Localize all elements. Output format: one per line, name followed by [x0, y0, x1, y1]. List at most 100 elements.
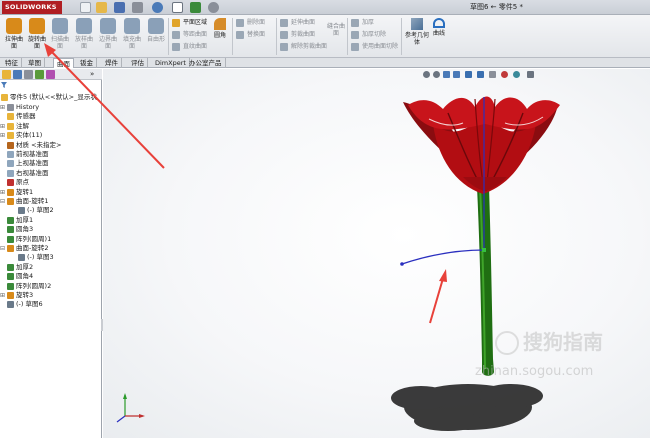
ribbon-small-button[interactable]: 替换面	[236, 30, 265, 40]
dimxpert-manager-icon[interactable]	[35, 70, 44, 79]
panel-toolbar: »	[0, 69, 102, 80]
tree-root[interactable]: 零件5 (默认<<默认>_显示状	[0, 93, 101, 102]
fillet-button[interactable]: 圆角	[211, 18, 229, 39]
ribbon-small-button[interactable]: 平面区域	[172, 18, 207, 28]
undo-icon[interactable]	[152, 2, 163, 13]
tree-expander-icon[interactable]: ⊞	[0, 188, 5, 197]
save-icon[interactable]	[114, 2, 125, 13]
ribbon-small-button[interactable]: 加厚	[351, 18, 374, 28]
tab-1[interactable]: 草图	[25, 58, 45, 68]
tree-item-label: 传感器	[16, 112, 36, 121]
tree-item[interactable]: ⊟ 曲面-旋转1	[0, 197, 101, 206]
tree-item[interactable]: (-) 草图2	[0, 206, 101, 215]
tab-7[interactable]: 办公室产品	[186, 58, 226, 68]
tree-expander-icon[interactable]: ⊞	[0, 103, 5, 112]
tab-4[interactable]: 焊件	[102, 58, 122, 68]
tree-item[interactable]: 前视基准面	[0, 150, 101, 159]
tree-item[interactable]: 上视基准面	[0, 159, 101, 168]
ribbon-feature-button[interactable]: 放样曲面	[73, 18, 95, 50]
tree-feature-icon	[7, 122, 14, 130]
open-icon[interactable]	[96, 2, 107, 13]
solidworks-window: SOLIDWORKS 草图6 ← 零件5 * 拉伸曲面 旋转曲面 扫描曲面 放样曲面边…	[0, 0, 650, 438]
ribbon-small-button[interactable]: 直纹曲面	[172, 42, 207, 52]
tree-item[interactable]: 传感器	[0, 112, 101, 121]
tree-item[interactable]: ⊞ 旋转1	[0, 188, 101, 197]
tree-feature-icon	[7, 151, 14, 158]
tree-item[interactable]: 加厚2	[0, 263, 101, 272]
curves-button[interactable]: 曲线	[431, 18, 447, 37]
configuration-manager-icon[interactable]	[24, 70, 33, 79]
tree-item-label: 曲面-旋转1	[16, 197, 49, 205]
tree-item[interactable]: 圆角3	[0, 225, 101, 234]
arc-endpoint-handle[interactable]	[482, 248, 486, 252]
ribbon-separator	[347, 18, 348, 55]
surface-feature-icon	[29, 18, 45, 34]
tree-item[interactable]: ⊞ 实体(11)	[0, 131, 101, 140]
tree-item[interactable]: 圆角4	[0, 272, 101, 281]
tab-3[interactable]: 钣金	[77, 58, 97, 68]
feature-manager-icon[interactable]	[2, 70, 11, 79]
tab-0[interactable]: 特征	[2, 58, 22, 68]
options-icon[interactable]	[208, 2, 219, 13]
tree-item[interactable]: 原点	[0, 178, 101, 187]
ribbon-small-button[interactable]: 加厚切除	[351, 30, 386, 40]
ribbon-small-button[interactable]: 等距曲面	[172, 30, 207, 40]
sketch6-arc[interactable]	[401, 249, 485, 265]
tree-item-label: 旋转3	[16, 291, 34, 299]
graphics-area[interactable]: 搜狗指南 zhinan.sogou.com	[103, 69, 650, 438]
panel-expand-icon[interactable]: »	[90, 70, 99, 79]
print-icon[interactable]	[132, 2, 143, 13]
filter-icon[interactable]	[1, 82, 7, 88]
ribbon-small-button[interactable]: 使用曲面切除	[351, 42, 398, 52]
select-icon[interactable]	[172, 2, 183, 13]
tree-item[interactable]: 右视基准面	[0, 169, 101, 178]
tree-expander-icon[interactable]: ⊟	[0, 244, 5, 253]
ribbon-small-label: 解除剪裁曲面	[291, 43, 328, 50]
tree-item[interactable]: 阵列(圆周)1	[0, 235, 101, 244]
tab-5[interactable]: 评估	[128, 58, 148, 68]
tree-feature-icon	[7, 198, 14, 205]
tree-expander-icon[interactable]: ⊞	[0, 131, 5, 140]
ribbon-feature-label: 扫描曲面	[50, 36, 69, 50]
knit-surface-button[interactable]: 缝合曲面	[327, 23, 345, 37]
ribbon-small-icon	[280, 43, 288, 51]
ribbon-feature-button[interactable]: 边界曲面	[97, 18, 119, 50]
tree-expander-icon[interactable]: ⊞	[0, 122, 5, 131]
tree-item[interactable]: ⊞ History	[0, 103, 101, 112]
tree-item[interactable]: 加厚1	[0, 216, 101, 225]
annotation-arrow-viewport	[429, 269, 447, 324]
tree-item-label: 原点	[16, 178, 29, 187]
flower-head[interactable]	[403, 96, 560, 194]
ribbon-separator	[276, 18, 277, 55]
new-document-icon[interactable]	[80, 2, 91, 13]
tree-feature-icon	[7, 141, 14, 149]
arc-endpoint[interactable]	[400, 262, 404, 266]
reference-geometry-button[interactable]: 参考几何体	[405, 18, 429, 46]
tree-item[interactable]: 材质 <未指定>	[0, 141, 101, 150]
tree-item[interactable]: 阵列(圆周)2	[0, 282, 101, 291]
rebuild-icon[interactable]	[190, 2, 201, 13]
ribbon-small-button[interactable]: 延伸曲面	[280, 18, 315, 28]
solidworks-logo[interactable]: SOLIDWORKS	[2, 1, 62, 14]
ribbon-small-button[interactable]: 解除剪裁曲面	[280, 42, 327, 52]
tab-6[interactable]: DimXpert	[152, 58, 190, 68]
tree-item[interactable]: (-) 草图3	[0, 253, 101, 262]
ribbon-small-button[interactable]: 删除面	[236, 18, 265, 28]
ribbon-feature-button[interactable]: 拉伸曲面	[3, 18, 25, 50]
display-manager-icon[interactable]	[46, 70, 55, 79]
ribbon-feature-button[interactable]: 填充曲面	[121, 18, 143, 50]
ribbon-feature-button[interactable]: 旋转曲面	[26, 18, 48, 50]
tree-item[interactable]: (-) 草图6	[0, 300, 101, 309]
ribbon-small-button[interactable]: 剪裁曲面	[280, 30, 315, 40]
tree-expander-icon[interactable]: ⊟	[0, 197, 5, 206]
tree-item[interactable]: ⊞ 旋转3	[0, 291, 101, 300]
tree-item-label: (-) 草图3	[27, 253, 54, 262]
tree-expander-icon[interactable]: ⊞	[0, 291, 5, 300]
tree-item[interactable]: ⊟ 曲面-旋转2	[0, 244, 101, 253]
ribbon-feature-button[interactable]: 扫描曲面	[49, 18, 71, 50]
property-manager-icon[interactable]	[13, 70, 22, 79]
tree-item[interactable]: ⊞ 注解	[0, 122, 101, 131]
surface-feature-icon	[148, 18, 164, 34]
ribbon-feature-button[interactable]: 自由形	[145, 18, 167, 43]
tab-2[interactable]: 曲面	[53, 58, 74, 68]
